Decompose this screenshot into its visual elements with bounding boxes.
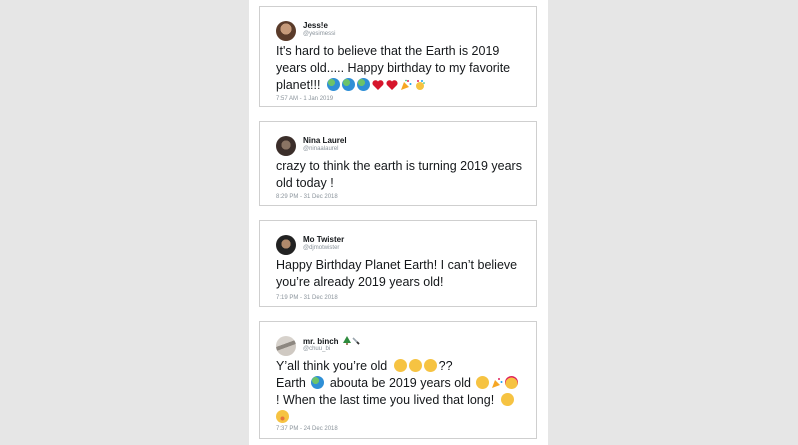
tweet-text-line: you’re already 2019 years old! [276,275,444,289]
tweet-author-handle[interactable]: @yesimessi [303,31,335,37]
tweet-text-segment: ?? [438,359,453,373]
tweet-text-line: crazy to think the earth is turning 2019… [276,159,522,173]
tweet-text-line: ! When the last time you lived that long… [276,392,526,409]
knife-icon [352,337,360,345]
tweet-timestamp[interactable]: 8:29 PM - 31 Dec 2018 [276,194,338,200]
tweet-text-line: Earth abouta be 2019 years old [276,375,526,392]
party-popper-icon [492,378,503,388]
tweet-author-handle[interactable]: @chuu_bi [303,346,330,352]
tweet-card[interactable]: Mo Twister @djmotwister Happy Birthday P… [259,220,537,307]
tweet-text-segment: abouta be 2019 years old [329,376,471,390]
tweet-author-name[interactable]: Mo Twister [303,235,344,244]
unamused-face-icon [423,359,437,372]
tweet-author-name[interactable]: Jess!e [303,21,328,30]
christmas-tree-icon [342,336,351,345]
tweet-text: It's hard to believe that the Earth is 2… [276,43,526,94]
earth-globe-icon [326,78,340,91]
tongue-out-face-icon [476,376,490,389]
dizzy-face-icon [408,359,422,372]
tweet-author-handle[interactable]: @djmotwister [303,245,339,251]
tweet-text-line: Happy Birthday Planet Earth! I can’t bel… [276,258,518,272]
tweet-text-line: years old..... Happy birthday to my favo… [276,61,511,75]
tweet-timestamp[interactable]: 7:57 AM - 1 Jan 2019 [276,96,333,102]
avatar[interactable] [276,136,296,156]
tweet-text-line: It's hard to believe that the Earth is 2… [276,44,500,58]
tweet-author-name[interactable]: Nina Laurel [303,136,347,145]
tweet-author-name[interactable]: mr. binch [303,336,360,346]
tweet-text-segment: Earth [276,376,306,390]
tweet-text: Y’all think you’re old ?? Earth abouta b… [276,358,526,426]
tweet-card[interactable]: Jess!e @yesimessi It's hard to believe t… [259,6,537,107]
avatar[interactable] [276,336,296,356]
tweet-text-segment: ! When the last time you lived that long… [276,393,495,407]
tweet-author-handle[interactable]: @ninaalaurel [303,146,338,152]
tweet-timestamp[interactable]: 7:19 PM - 31 Dec 2018 [276,295,338,301]
tweet-card[interactable]: Nina Laurel @ninaalaurel crazy to think … [259,121,537,206]
tweet-text-line: old today ! [276,176,334,190]
earth-globe-icon [341,78,355,91]
tweet-text-segment: planet!!! [276,78,321,92]
party-popper-icon [400,79,412,90]
tweet-text-line: Y’all think you’re old ?? [276,358,526,375]
tweet-text-line: planet!!! [276,77,526,94]
avatar[interactable] [276,21,296,41]
sweat-smile-face-icon [393,359,407,372]
red-heart-icon [386,80,398,90]
confetti-ball-icon [415,80,425,90]
party-face-icon [505,376,519,389]
tweet-text-line [276,409,526,426]
avatar[interactable] [276,235,296,255]
tweet-timestamp[interactable]: 7:37 PM - 24 Dec 2018 [276,426,338,432]
tweet-text: crazy to think the earth is turning 2019… [276,158,526,192]
thinking-face-icon [500,393,514,406]
earth-globe-icon [356,78,370,91]
tweet-author-name-text: mr. binch [303,337,339,346]
tweet-text: Happy Birthday Planet Earth! I can’t bel… [276,257,526,291]
tweet-text-segment: Y’all think you’re old [276,359,388,373]
shocked-face-icon [276,410,289,423]
tweet-card[interactable]: mr. binch @chuu_bi Y’all think you’re ol… [259,321,537,439]
red-heart-icon [372,80,384,90]
earth-globe-icon [311,376,325,389]
